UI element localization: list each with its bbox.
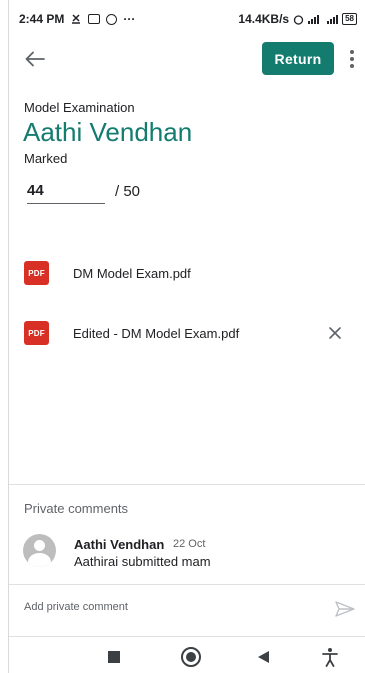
network-speed: 14.4KB/s: [238, 12, 290, 26]
status-overflow: ···: [123, 12, 136, 26]
more-vert-icon: [350, 50, 354, 54]
avatar: [23, 534, 56, 567]
back-button[interactable]: [20, 44, 50, 74]
battery-icon: 58: [342, 13, 357, 25]
left-edge-divider: [8, 0, 9, 673]
nav-divider: [9, 636, 365, 637]
grade-total: / 50: [115, 183, 141, 200]
download-icon: [72, 14, 81, 24]
assignment-title: Model Examination: [24, 100, 135, 115]
home-icon[interactable]: [181, 647, 201, 667]
message-icon: [88, 14, 101, 24]
app-notification-icon: [106, 13, 118, 25]
attachment-name: DM Model Exam.pdf: [73, 265, 191, 281]
comment-text: Aathirai submitted mam: [74, 554, 211, 569]
status-time: 2:44 PM: [19, 12, 65, 26]
alarm-icon: [293, 14, 304, 25]
close-icon[interactable]: [326, 324, 344, 342]
comment-divider: [9, 584, 365, 585]
attachment-name: Edited - DM Model Exam.pdf: [73, 325, 240, 341]
comment-date: 22 Oct: [173, 538, 206, 550]
more-options-button[interactable]: [343, 44, 361, 74]
send-icon[interactable]: [334, 600, 356, 618]
back-icon[interactable]: [258, 651, 269, 663]
private-comment-input[interactable]: [24, 601, 304, 613]
return-button[interactable]: Return: [262, 42, 334, 75]
signal-icon: [308, 14, 320, 24]
student-name: Aathi Vendhan: [23, 117, 193, 147]
classroom-grading-screen: 2:44 PM ··· 14.4KB/s 58 Return Model Exa…: [0, 0, 365, 673]
attachment-item[interactable]: PDF Edited - DM Model Exam.pdf: [24, 318, 354, 348]
status-bar: 2:44 PM ··· 14.4KB/s 58: [0, 0, 365, 36]
status-left: 2:44 PM ···: [19, 12, 135, 26]
pdf-icon: PDF: [24, 261, 49, 285]
attachment-item[interactable]: PDF DM Model Exam.pdf: [24, 258, 354, 288]
arrow-left-icon: [25, 51, 45, 67]
comment-author: Aathi Vendhan: [74, 537, 165, 552]
private-comments-heading: Private comments: [24, 501, 129, 516]
submission-status: Marked: [24, 151, 68, 166]
status-right: 14.4KB/s 58: [238, 12, 357, 26]
pdf-icon: PDF: [24, 321, 49, 345]
signal-2-icon: [327, 14, 339, 24]
accessibility-icon[interactable]: [322, 647, 338, 667]
section-divider: [9, 484, 365, 485]
grade-input[interactable]: [27, 182, 105, 204]
recents-icon[interactable]: [108, 651, 120, 663]
